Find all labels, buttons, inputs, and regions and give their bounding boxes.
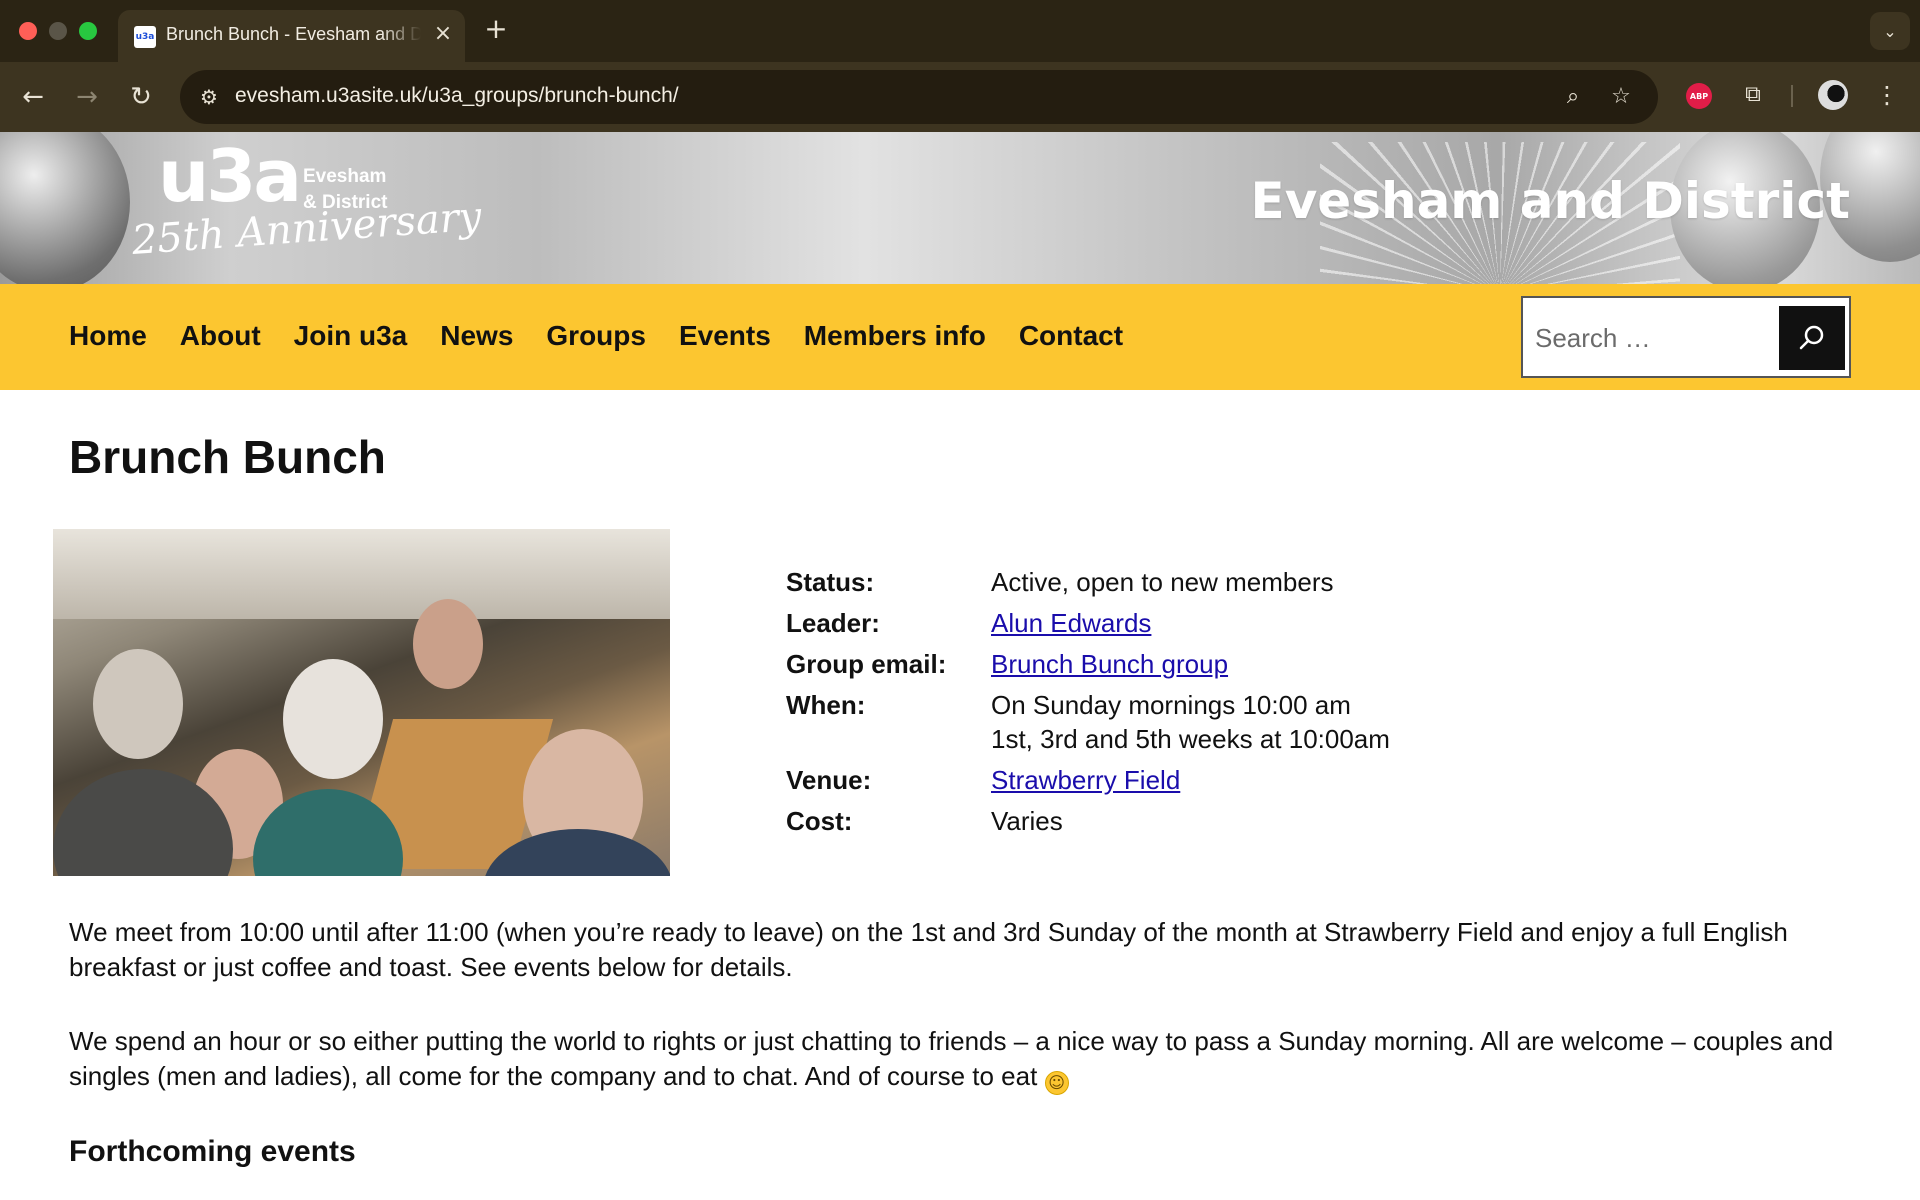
forthcoming-events-heading: Forthcoming events <box>69 1135 356 1168</box>
nav-item-news[interactable]: News <box>440 320 513 352</box>
cost-label: Cost: <box>786 806 853 836</box>
page-title: Brunch Bunch <box>69 431 386 483</box>
logo-location-line1: Evesham <box>303 166 387 187</box>
minimize-window-button[interactable] <box>49 22 67 40</box>
browser-toolbar: ← → ↻ ⚙ evesham.u3asite.uk/u3a_groups/br… <box>0 62 1920 132</box>
kebab-menu-icon[interactable]: ⋮ <box>1872 80 1902 110</box>
group-photo <box>53 529 670 876</box>
when-value-line2: 1st, 3rd and 5th weeks at 10:00am <box>991 724 1390 754</box>
site-title[interactable]: Evesham and District <box>1251 172 1850 230</box>
toolbar-divider <box>1791 85 1793 107</box>
email-label: Group email: <box>786 649 947 679</box>
profile-icon[interactable] <box>1818 80 1848 110</box>
reload-icon[interactable]: ↻ <box>122 78 160 116</box>
detail-email: Group email: Brunch Bunch group <box>786 647 1390 688</box>
tab-title: Brunch Bunch - Evesham and District <box>166 24 421 50</box>
back-arrow-icon[interactable]: ← <box>14 78 52 116</box>
detail-status: Status: Active, open to new members <box>786 565 1390 606</box>
when-value-line1: On Sunday mornings 10:00 am <box>991 690 1351 720</box>
browser-tab-bar: u3a Brunch Bunch - Evesham and District … <box>0 0 1920 62</box>
url-text[interactable]: evesham.u3asite.uk/u3a_groups/brunch-bun… <box>235 84 679 108</box>
detail-venue: Venue: Strawberry Field <box>786 763 1390 804</box>
bookmark-star-icon[interactable]: ☆ <box>1606 82 1636 112</box>
description-paragraph-2: We spend an hour or so either putting th… <box>69 1024 1859 1095</box>
zoom-icon[interactable]: ⌕ <box>1558 82 1588 112</box>
group-email-link[interactable]: Brunch Bunch group <box>991 649 1228 679</box>
venue-link[interactable]: Strawberry Field <box>991 765 1180 795</box>
search-icon <box>1799 325 1824 350</box>
detail-when: When: On Sunday mornings 10:00 am 1st, 3… <box>786 688 1390 763</box>
nav-item-about[interactable]: About <box>180 320 261 352</box>
nav-links: Home About Join u3a News Groups Events M… <box>69 320 1123 352</box>
close-window-button[interactable] <box>19 22 37 40</box>
description-paragraph-2-text: We spend an hour or so either putting th… <box>69 1026 1834 1091</box>
search-form <box>1521 296 1851 378</box>
when-label: When: <box>786 690 866 720</box>
smiley-icon: ☺ <box>1044 1071 1069 1095</box>
leader-label: Leader: <box>786 608 880 638</box>
nav-item-members-info[interactable]: Members info <box>804 320 986 352</box>
maximize-window-button[interactable] <box>79 22 97 40</box>
search-input[interactable] <box>1535 316 1765 360</box>
balloon-decoration <box>0 132 130 284</box>
detail-cost: Cost: Varies <box>786 804 1390 845</box>
forward-arrow-icon[interactable]: → <box>68 78 106 116</box>
nav-item-groups[interactable]: Groups <box>546 320 646 352</box>
search-button[interactable] <box>1779 306 1845 370</box>
address-bar[interactable]: ⚙ evesham.u3asite.uk/u3a_groups/brunch-b… <box>180 70 1658 124</box>
when-value: On Sunday mornings 10:00 am 1st, 3rd and… <box>991 688 1390 763</box>
status-label: Status: <box>786 567 875 597</box>
detail-leader: Leader: Alun Edwards <box>786 606 1390 647</box>
nav-item-home[interactable]: Home <box>69 320 147 352</box>
venue-label: Venue: <box>786 765 872 795</box>
description-paragraph-1: We meet from 10:00 until after 11:00 (wh… <box>69 917 1788 982</box>
group-details: Status: Active, open to new members Lead… <box>786 565 1390 845</box>
nav-item-contact[interactable]: Contact <box>1019 320 1123 352</box>
logo-u3a-text: u3a <box>158 134 302 218</box>
site-logo[interactable]: u3a Evesham & District 25th Anniversary <box>130 134 482 280</box>
nav-item-events[interactable]: Events <box>679 320 771 352</box>
chevron-down-icon[interactable]: ⌄ <box>1870 12 1910 50</box>
nav-item-join[interactable]: Join u3a <box>294 320 408 352</box>
cost-value: Varies <box>991 806 1063 836</box>
browser-tab-active[interactable]: u3a Brunch Bunch - Evesham and District … <box>118 10 465 62</box>
site-settings-icon[interactable]: ⚙ <box>194 82 224 112</box>
close-icon[interactable]: × <box>431 22 455 46</box>
adblock-extension-icon[interactable]: ABP <box>1686 83 1712 109</box>
u3a-favicon-icon: u3a <box>134 26 156 48</box>
plus-icon[interactable]: + <box>483 14 509 44</box>
status-value: Active, open to new members <box>991 567 1334 597</box>
leader-link[interactable]: Alun Edwards <box>991 608 1151 638</box>
puzzle-icon[interactable]: ⧉ <box>1738 80 1768 110</box>
